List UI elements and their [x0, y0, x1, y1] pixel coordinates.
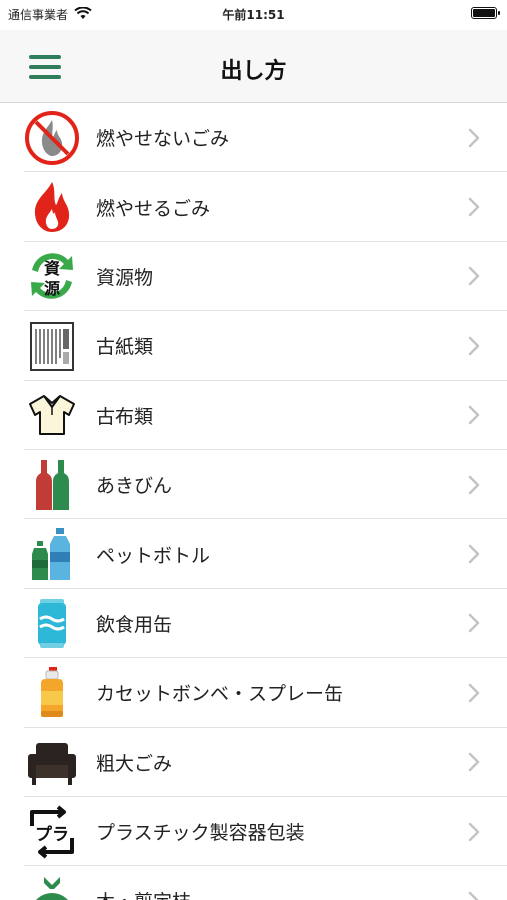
bottles-icon	[24, 457, 80, 513]
nav-bar: 出し方	[0, 30, 507, 103]
chevron-right-icon	[467, 543, 481, 565]
bag-icon	[24, 873, 80, 900]
list-item[interactable]: カセットボンベ・スプレー缶	[0, 658, 507, 728]
list-item-label: 粗大ごみ	[96, 752, 173, 775]
list-item-label: 古紙類	[96, 336, 154, 359]
chevron-right-icon	[467, 612, 481, 634]
list-item-label: 古布類	[96, 405, 154, 428]
list-item-label: 燃やせるごみ	[96, 197, 211, 220]
status-time: 午前11:51	[222, 8, 285, 22]
chevron-right-icon	[467, 890, 481, 900]
cloth-icon	[24, 387, 80, 443]
resources-icon: 資源	[24, 248, 80, 304]
paper-icon	[24, 318, 80, 374]
list-item[interactable]: 燃やせるごみ	[0, 172, 507, 243]
category-list: 燃やせないごみ 燃やせるごみ 資源 資源物 古紙類 古布類 あきびん ペットボト…	[0, 103, 507, 900]
chevron-right-icon	[467, 682, 481, 704]
list-item-label: カセットボンベ・スプレー缶	[96, 683, 344, 706]
list-item[interactable]: 木・剪定枝	[0, 866, 507, 900]
list-item[interactable]: 粗大ごみ	[0, 728, 507, 798]
list-item-label: 燃やせないごみ	[96, 128, 230, 151]
list-item[interactable]: ペットボトル	[0, 519, 507, 590]
list-item-label: あきびん	[96, 475, 173, 498]
plastic-mark-icon: プラ	[24, 804, 80, 860]
can-icon	[24, 595, 80, 651]
battery-icon	[471, 7, 500, 19]
chevron-right-icon	[467, 335, 481, 357]
status-bar: 通信事業者 午前11:51	[0, 0, 507, 30]
chevron-right-icon	[467, 474, 481, 496]
non-burnable-icon	[24, 110, 80, 166]
chevron-right-icon	[467, 196, 481, 218]
list-item[interactable]: 古紙類	[0, 311, 507, 381]
list-item-label: 木・剪定枝	[96, 887, 467, 900]
list-item[interactable]: 資源 資源物	[0, 242, 507, 312]
chevron-right-icon	[467, 127, 481, 149]
pet-bottle-icon	[24, 526, 80, 582]
list-item-label: ペットボトル	[96, 544, 211, 567]
list-item[interactable]: プラ プラスチック製容器包装	[0, 797, 507, 867]
page-title: 出し方	[220, 59, 287, 84]
plastic-mark-text: プラ	[35, 824, 69, 845]
chevron-right-icon	[467, 751, 481, 773]
list-item[interactable]: 燃やせないごみ	[0, 103, 507, 173]
chevron-right-icon	[467, 404, 481, 426]
sofa-icon	[24, 734, 80, 790]
list-item[interactable]: あきびん	[0, 450, 507, 520]
list-item-label: 飲食用缶	[96, 613, 173, 636]
chevron-right-icon	[467, 265, 481, 287]
list-item[interactable]: 古布類	[0, 381, 507, 451]
list-item-label: プラスチック製容器包装	[96, 822, 305, 845]
list-item[interactable]: 飲食用缶	[0, 589, 507, 659]
list-item-label: 資源物	[96, 266, 154, 289]
resources-icon-text-bottom: 源	[44, 279, 60, 298]
resources-icon-text-top: 資	[44, 259, 60, 278]
spray-can-icon	[24, 665, 80, 721]
chevron-right-icon	[467, 821, 481, 843]
burnable-icon	[24, 179, 80, 235]
